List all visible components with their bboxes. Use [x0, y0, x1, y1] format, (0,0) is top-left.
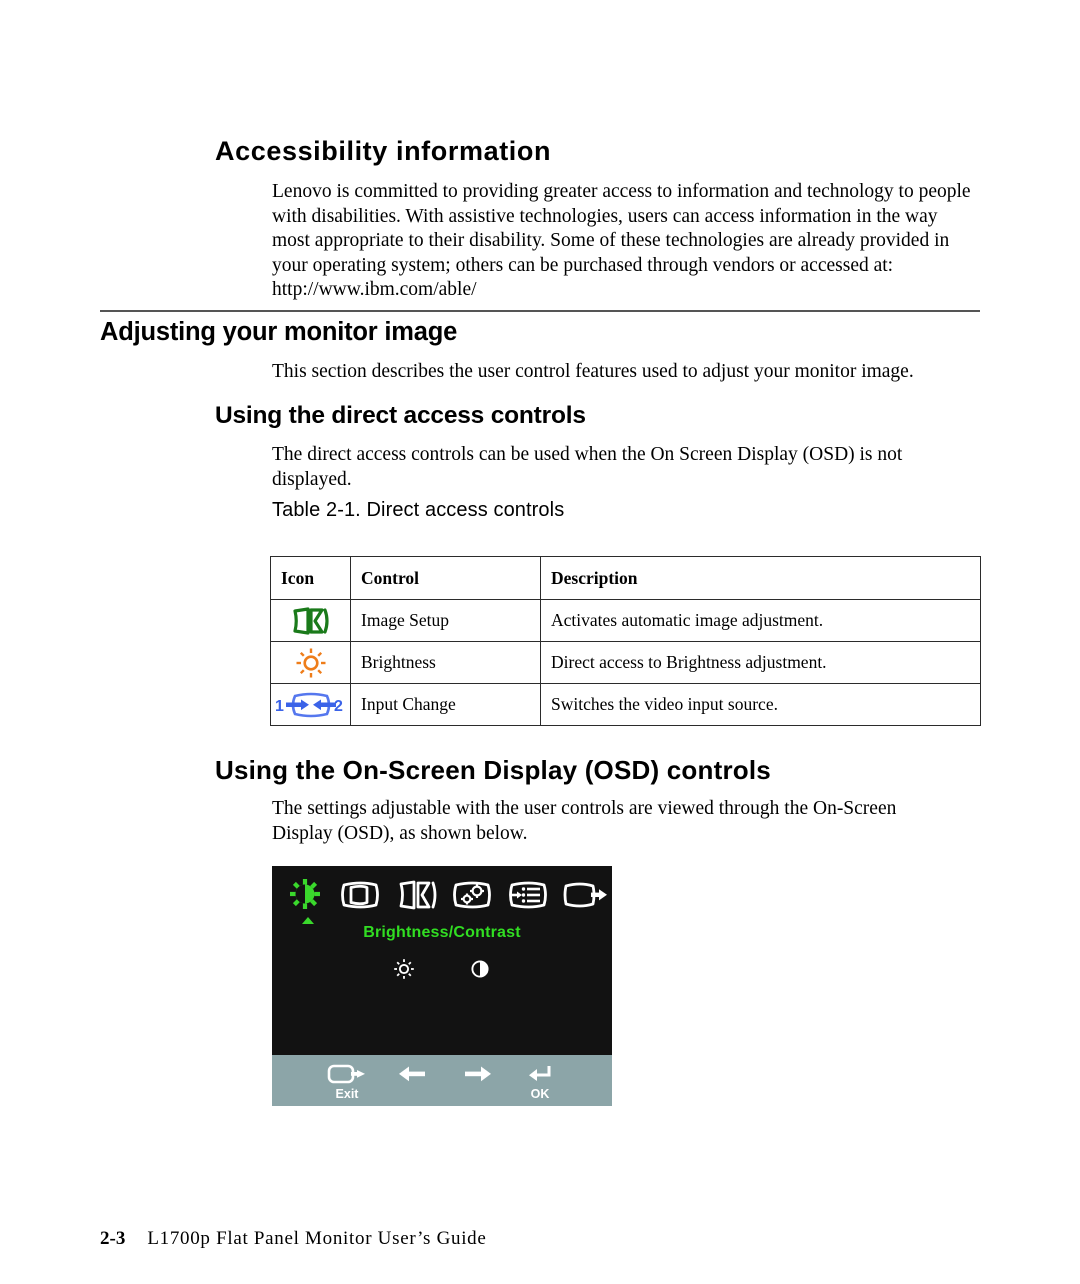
page-footer: 2-3 L1700p Flat Panel Monitor User’s Gui… — [100, 1228, 487, 1250]
footer-document-title: L1700p Flat Panel Monitor User’s Guide — [147, 1228, 487, 1249]
exit-button[interactable]: Exit — [317, 1055, 377, 1101]
enter-icon — [526, 1061, 554, 1087]
table-header-control: Control — [350, 556, 541, 600]
table-cell-icon — [270, 599, 351, 642]
exit-button-label: Exit — [335, 1087, 359, 1101]
table-cell-description: Activates automatic image adjustment. — [540, 599, 981, 642]
input-label-1: 1 — [275, 698, 284, 715]
table-cell-description: Direct access to Brightness adjustment. — [540, 641, 981, 684]
brightness-sun-icon — [271, 642, 350, 683]
osd-selection-marker — [302, 917, 314, 924]
accessibility-paragraph: Lenovo is committed to providing greater… — [272, 181, 971, 301]
document-page: Accessibility information Lenovo is comm… — [0, 0, 1080, 1284]
exit-icon — [327, 1061, 367, 1087]
image-setup-menu-icon[interactable] — [392, 874, 442, 916]
direct-access-controls-table: Icon Control Description Image Setup Act… — [270, 556, 981, 726]
osd-menu-bar — [272, 872, 612, 918]
ok-button-label: OK — [530, 1087, 550, 1101]
osd-button-bar: Exit OK — [272, 1055, 612, 1106]
osd-controls-heading: Using the On-Screen Display (OSD) contro… — [215, 755, 771, 785]
table-header-row: Icon Control Description — [270, 556, 981, 600]
adjusting-paragraph: This section describes the user control … — [272, 361, 914, 382]
adjusting-heading: Adjusting your monitor image — [100, 318, 458, 346]
contrast-icon[interactable] — [465, 954, 495, 984]
section-divider — [100, 310, 980, 312]
exit-menu-icon[interactable] — [560, 874, 610, 916]
table-cell-description: Switches the video input source. — [540, 683, 981, 726]
table-cell-icon — [270, 641, 351, 684]
accessibility-heading: Accessibility information — [215, 136, 552, 166]
ok-button[interactable]: OK — [510, 1055, 570, 1101]
image-position-menu-icon[interactable] — [336, 874, 386, 916]
brightness-icon[interactable] — [389, 954, 419, 984]
table-cell-control: Image Setup — [350, 599, 541, 642]
arrow-left-icon — [397, 1061, 427, 1087]
direct-access-heading: Using the direct access controls — [215, 402, 586, 429]
osd-sub-icons — [272, 954, 612, 984]
right-arrow-button[interactable] — [448, 1055, 508, 1088]
options-menu-icon[interactable] — [504, 874, 554, 916]
table-row: 1 2 Input Change Switches the video inpu… — [270, 683, 981, 726]
table-cell-control: Input Change — [350, 683, 541, 726]
left-arrow-button[interactable] — [382, 1055, 442, 1088]
table-caption: Table 2-1. Direct access controls — [272, 499, 565, 521]
table-header-description: Description — [540, 556, 981, 600]
brightness-contrast-menu-icon[interactable] — [280, 874, 330, 916]
table-row: Image Setup Activates automatic image ad… — [270, 599, 981, 642]
table-cell-icon: 1 2 — [270, 683, 351, 726]
footer-page-number: 2-3 — [100, 1228, 126, 1249]
image-properties-menu-icon[interactable] — [448, 874, 498, 916]
table-row: Brightness Direct access to Brightness a… — [270, 641, 981, 684]
osd-title: Brightness/Contrast — [363, 924, 521, 941]
input-change-icon: 1 2 — [271, 684, 350, 725]
image-setup-icon — [271, 600, 350, 641]
osd-screenshot: Brightness/Contrast Exit OK — [272, 866, 612, 1106]
table-cell-control: Brightness — [350, 641, 541, 684]
table-header-icon: Icon — [270, 556, 351, 600]
arrow-right-icon — [463, 1061, 493, 1087]
osd-controls-paragraph: The settings adjustable with the user co… — [272, 798, 897, 844]
direct-access-paragraph: The direct access controls can be used w… — [272, 444, 903, 490]
